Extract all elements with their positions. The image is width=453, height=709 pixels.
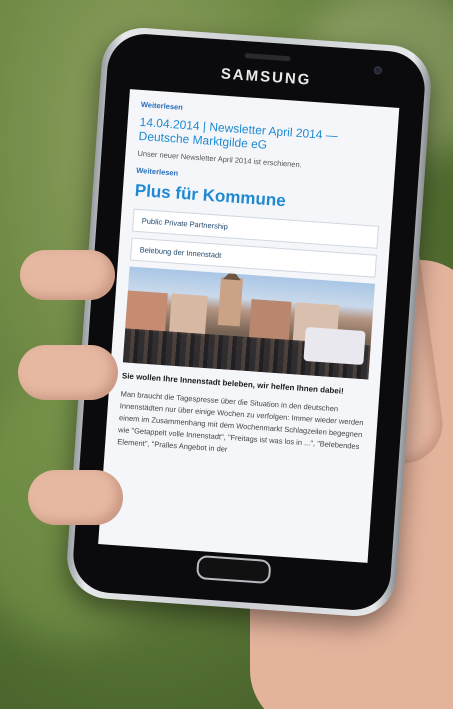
finger [18,345,118,400]
phone-screen: Weiterlesen 14.04.2014 | Newsletter Apri… [98,89,400,563]
building [169,293,208,336]
market-van [303,326,366,366]
finger [28,470,123,525]
finger [20,250,115,300]
building [248,299,292,342]
phone-bezel: SAMSUNG Weiterlesen 14.04.2014 | Newslet… [70,31,428,613]
home-button[interactable] [195,554,272,585]
city-gate-tower [217,276,244,327]
photo-scene: SAMSUNG Weiterlesen 14.04.2014 | Newslet… [0,0,453,709]
web-content: Weiterlesen 14.04.2014 | Newsletter Apri… [104,89,399,472]
camera-icon [373,66,383,75]
speaker-icon [244,53,291,62]
body-text: Man braucht die Tagespresse über die Sit… [117,389,364,454]
building [125,290,168,334]
market-photo [122,266,375,380]
smartphone: SAMSUNG Weiterlesen 14.04.2014 | Newslet… [64,25,434,619]
